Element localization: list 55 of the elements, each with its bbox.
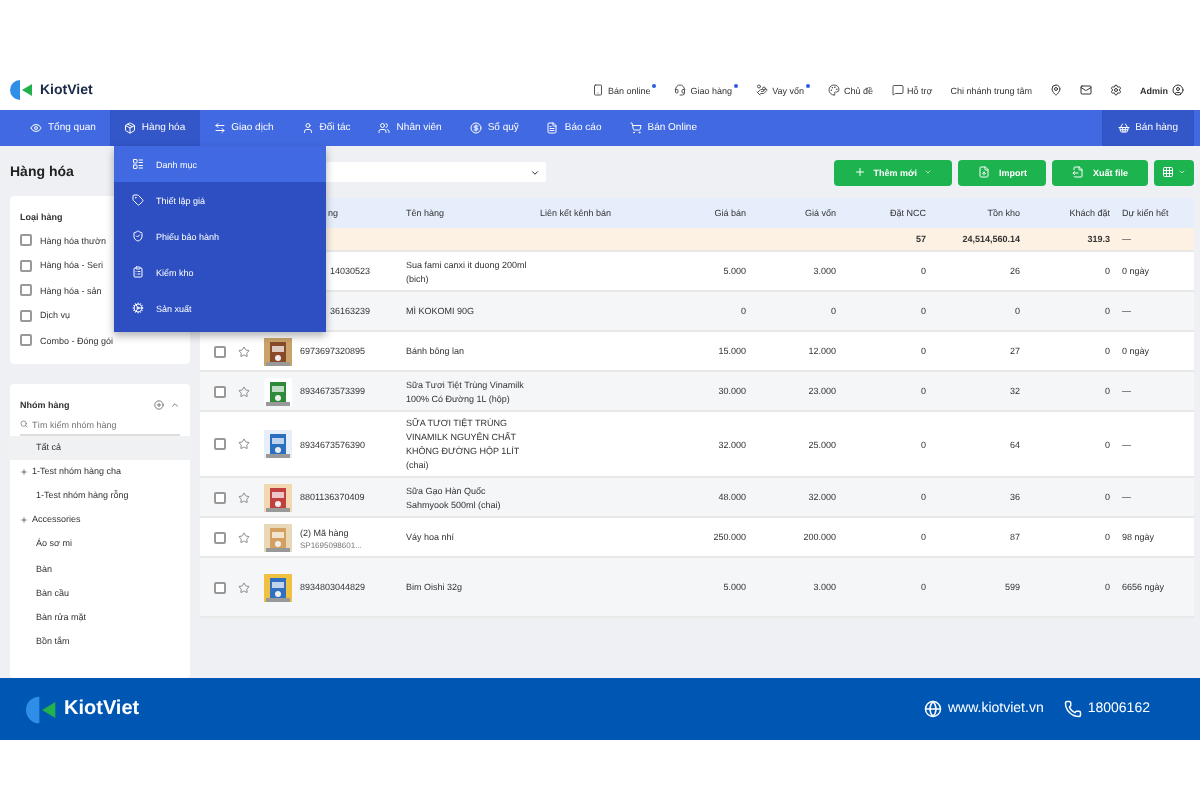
row-checkbox[interactable] xyxy=(214,385,226,397)
shield-icon xyxy=(132,230,144,242)
file-export-icon xyxy=(1072,166,1085,178)
checkbox[interactable] xyxy=(20,284,32,297)
row-checkbox[interactable] xyxy=(214,491,226,503)
expand-icon xyxy=(20,515,28,524)
star-icon[interactable] xyxy=(238,491,250,503)
person-icon xyxy=(301,122,314,134)
expand-icon xyxy=(20,467,28,476)
star-icon[interactable] xyxy=(238,531,250,543)
phone-icon xyxy=(592,84,604,96)
brand-name: KiotViet xyxy=(64,698,140,720)
star-icon[interactable] xyxy=(238,581,250,593)
star-icon[interactable] xyxy=(238,345,250,357)
plus-icon xyxy=(853,166,866,178)
checkbox[interactable] xyxy=(20,334,32,347)
coin-icon xyxy=(469,122,482,134)
mail-icon[interactable] xyxy=(1080,84,1092,96)
arrows-icon xyxy=(213,122,226,134)
star-icon[interactable] xyxy=(238,438,250,450)
settings-icon[interactable] xyxy=(1110,84,1122,96)
gear-icon xyxy=(132,302,144,314)
checkbox[interactable] xyxy=(20,234,32,247)
star-icon[interactable] xyxy=(238,385,250,397)
checkbox[interactable] xyxy=(20,259,32,272)
cart-icon xyxy=(629,122,642,134)
logo-icon xyxy=(10,78,34,102)
logo-icon xyxy=(26,693,58,725)
caret-icon xyxy=(530,167,540,177)
clipboard-icon xyxy=(132,266,144,278)
chat-icon xyxy=(891,84,904,96)
palette-icon xyxy=(828,84,840,96)
phone-icon xyxy=(1063,700,1082,718)
tag-icon xyxy=(132,194,144,206)
search-icon xyxy=(20,420,28,428)
row-checkbox[interactable] xyxy=(214,438,226,450)
row-checkbox[interactable] xyxy=(214,581,226,593)
row-checkbox[interactable] xyxy=(214,531,226,543)
list-icon xyxy=(132,158,144,170)
file-icon xyxy=(978,166,991,178)
box-icon xyxy=(123,122,136,134)
user-icon xyxy=(1172,84,1184,96)
document-icon xyxy=(546,122,559,134)
people-icon xyxy=(378,122,391,134)
basket-icon xyxy=(1117,122,1130,134)
money-bag-icon xyxy=(756,84,769,96)
location-pin-icon[interactable] xyxy=(1050,84,1062,96)
globe-icon xyxy=(923,700,942,718)
checkbox[interactable] xyxy=(20,309,32,322)
collapse-icon[interactable] xyxy=(170,399,180,409)
headset-icon xyxy=(674,84,687,96)
grid-icon xyxy=(1162,166,1174,178)
toolbar-button[interactable] xyxy=(1154,159,1194,185)
row-checkbox[interactable] xyxy=(214,345,226,357)
eye-icon xyxy=(30,122,42,134)
